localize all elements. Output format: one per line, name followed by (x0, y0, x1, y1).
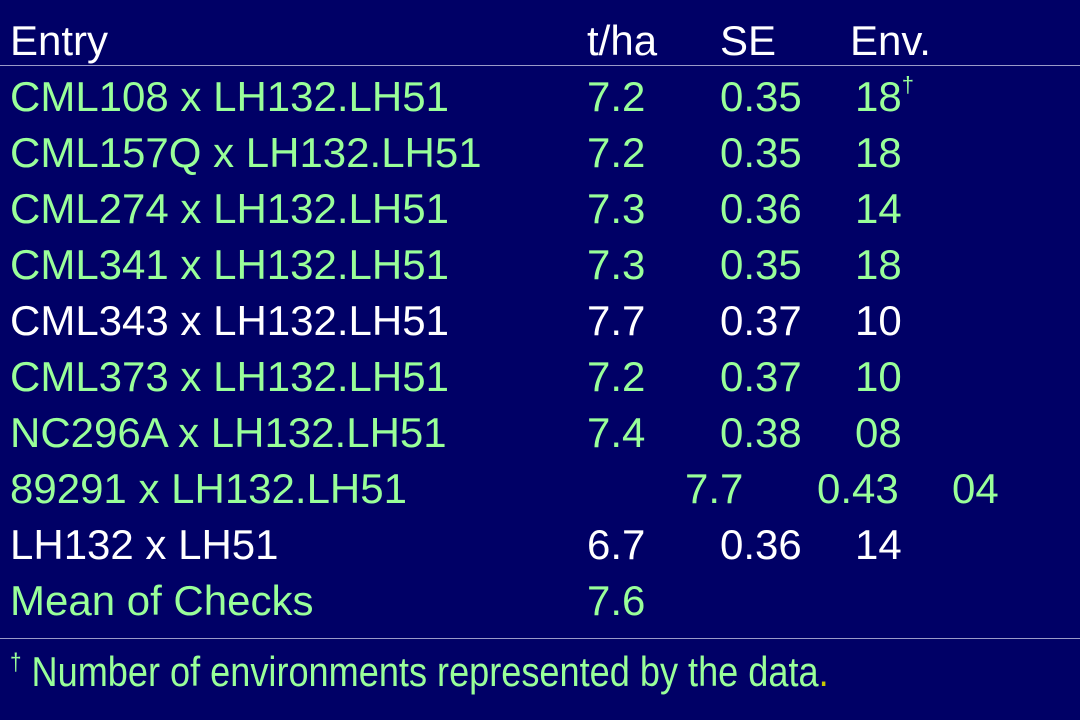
header-entry: Entry (10, 17, 109, 64)
row-env-value: 18 (855, 73, 902, 120)
footnote: † Number of environments represented by … (10, 651, 829, 693)
row-yield: 7.7 (685, 465, 744, 512)
row-entry: CML341 x LH132.LH51 (10, 241, 449, 288)
row-yield: 7.6 (587, 577, 646, 624)
row-yield: 7.7 (587, 297, 646, 344)
row-se: 0.36 (720, 521, 802, 568)
slide: Entry t/ha SE Env. CML108 x LH132.LH51 7… (0, 0, 1080, 720)
row-yield: 7.3 (587, 185, 646, 232)
row-env: 10 (855, 353, 902, 400)
header-divider (0, 65, 1080, 66)
footnote-marker: † (901, 72, 914, 97)
row-entry: Mean of Checks (10, 577, 314, 624)
row-yield: 7.4 (587, 409, 646, 456)
row-se: 0.37 (720, 297, 802, 344)
row-yield: 7.2 (587, 353, 646, 400)
row-se: 0.36 (720, 185, 802, 232)
row-yield: 7.3 (587, 241, 646, 288)
row-yield: 7.2 (587, 73, 646, 120)
row-entry: CML343 x LH132.LH51 (10, 297, 449, 344)
row-env: 14 (855, 521, 902, 568)
footer-divider (0, 638, 1080, 639)
row-env: 18 (855, 129, 902, 176)
footnote-period: . (818, 648, 829, 695)
row-env: 14 (855, 185, 902, 232)
row-env: 08 (855, 409, 902, 456)
row-se: 0.35 (720, 73, 802, 120)
row-se: 0.43 (817, 465, 899, 512)
row-yield: 7.2 (587, 129, 646, 176)
row-se: 0.37 (720, 353, 802, 400)
header-env: Env. (850, 17, 931, 64)
row-entry: CML108 x LH132.LH51 (10, 73, 449, 120)
row-env: 18 (855, 241, 902, 288)
row-se: 0.35 (720, 241, 802, 288)
row-entry: LH132 x LH51 (10, 521, 279, 568)
footnote-text: Number of environments represented by th… (21, 648, 819, 695)
row-entry: CML157Q x LH132.LH51 (10, 129, 482, 176)
row-env: 18† (855, 73, 914, 120)
header-yield: t/ha (587, 17, 658, 64)
row-entry: 89291 x LH132.LH51 (10, 465, 407, 512)
footnote-dagger: † (10, 649, 22, 676)
row-entry: NC296A x LH132.LH51 (10, 409, 447, 456)
row-yield: 6.7 (587, 521, 646, 568)
header-se: SE (720, 17, 777, 64)
row-se: 0.38 (720, 409, 802, 456)
row-se: 0.35 (720, 129, 802, 176)
row-env: 04 (952, 465, 999, 512)
row-entry: CML274 x LH132.LH51 (10, 185, 449, 232)
row-env: 10 (855, 297, 902, 344)
row-entry: CML373 x LH132.LH51 (10, 353, 449, 400)
